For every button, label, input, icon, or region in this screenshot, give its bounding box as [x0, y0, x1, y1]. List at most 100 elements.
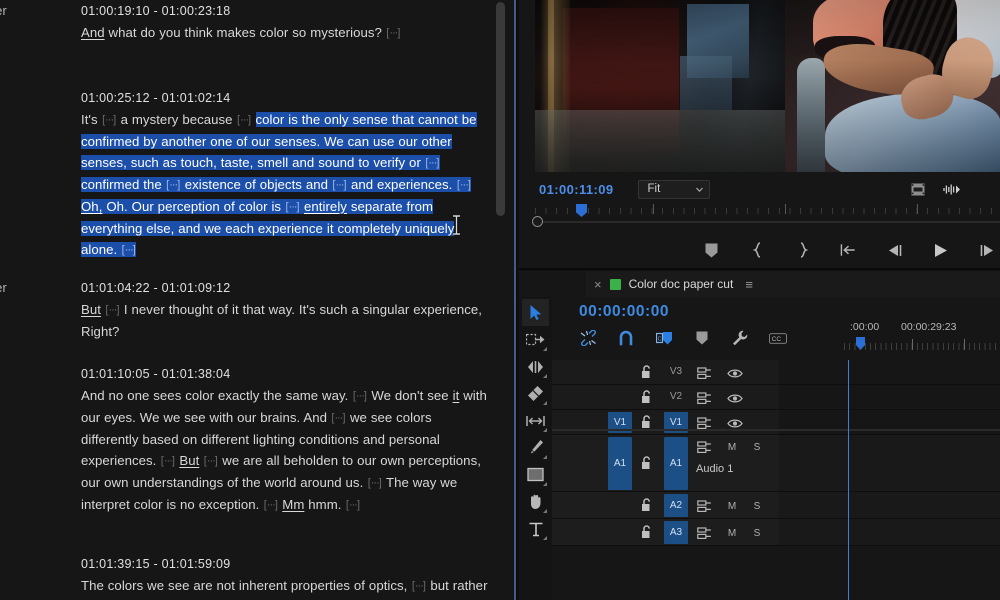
rectangle-tool[interactable] [522, 461, 549, 488]
lock-track-icon[interactable] [638, 525, 654, 539]
lock-track-icon[interactable] [638, 415, 654, 429]
selection-tool[interactable] [522, 299, 549, 326]
track-row[interactable]: A3 M S [552, 519, 1000, 546]
pause-marker[interactable]: ··· [352, 386, 367, 407]
lock-track-icon[interactable] [638, 365, 654, 379]
pause-marker[interactable]: ··· [236, 110, 251, 131]
segment-timecode[interactable]: 01:00:25:12 - 01:01:02:14 [81, 91, 230, 105]
ripple-edit-tool[interactable] [522, 353, 549, 380]
track-header-a2[interactable]: A2 M S [552, 492, 790, 518]
target-patch-a1[interactable]: A1 [664, 437, 688, 490]
sync-lock-icon[interactable] [696, 390, 712, 406]
segment-timecode[interactable]: 01:01:39:15 - 01:01:59:09 [81, 557, 230, 571]
solo-track-button[interactable]: S [752, 442, 762, 453]
segment-text[interactable]: And no one sees color exactly the same w… [81, 385, 489, 516]
segment-timecode[interactable]: 01:01:04:22 - 01:01:09:12 [81, 281, 230, 295]
pause-marker[interactable]: ··· [386, 23, 401, 44]
track-row[interactable]: V2 [552, 385, 1000, 410]
go-to-in-button[interactable] [840, 241, 858, 259]
toggle-track-output-icon[interactable] [727, 365, 743, 381]
segment-text[interactable]: It's ··· a mystery because ··· color is … [81, 109, 489, 261]
sync-lock-icon[interactable] [696, 525, 712, 541]
target-patch-a3[interactable]: A3 [664, 521, 688, 544]
toggle-track-output-icon[interactable] [727, 390, 743, 406]
mute-track-button[interactable]: M [727, 528, 737, 539]
mute-track-button[interactable]: M [727, 501, 737, 512]
pause-marker[interactable]: ··· [285, 197, 300, 218]
pause-marker[interactable]: ··· [331, 408, 346, 429]
pause-marker[interactable]: ··· [456, 175, 471, 196]
track-clip-area-a2[interactable] [779, 492, 1000, 518]
track-header-a3[interactable]: A3 M S [552, 519, 790, 545]
sync-lock-icon[interactable] [696, 365, 712, 381]
wrench-icon[interactable] [731, 329, 749, 347]
track-header-v2[interactable]: V2 [552, 385, 779, 409]
timeline-ruler[interactable]: :00:00 00:00:29:23 00:00:59:2 [844, 321, 1000, 361]
pause-marker[interactable]: ··· [367, 473, 382, 494]
solo-track-button[interactable]: S [752, 501, 762, 512]
marker-sync-icon[interactable]: C [655, 329, 673, 347]
pen-tool[interactable] [522, 434, 549, 461]
program-monitor-scrubber[interactable] [532, 204, 1000, 230]
panel-divider-horizontal[interactable] [519, 268, 1000, 270]
lock-track-icon[interactable] [638, 390, 654, 404]
panel-menu-icon[interactable]: ≡ [745, 277, 753, 292]
mute-track-button[interactable]: M [727, 442, 737, 453]
segment-text[interactable]: The colors we see are not inherent prope… [81, 575, 489, 600]
target-patch-a2[interactable]: A2 [664, 494, 688, 517]
step-forward-button[interactable] [978, 241, 996, 259]
sync-lock-icon[interactable] [696, 439, 712, 455]
linked-selection-icon[interactable] [579, 329, 597, 347]
track-select-forward-tool[interactable] [522, 326, 549, 353]
timeline-track-area[interactable]: V3 V2 V1 V1 A1 A1 M S Audio 1 A2 M S A3 … [552, 360, 1000, 600]
hand-tool[interactable] [522, 488, 549, 515]
segment-timecode[interactable]: 01:00:19:10 - 01:00:23:18 [81, 4, 230, 18]
track-header-a1[interactable]: A1 A1 M S Audio 1 [552, 435, 790, 491]
pause-marker[interactable]: ··· [121, 240, 136, 261]
pause-marker[interactable]: ··· [263, 495, 278, 516]
timeline-playhead-timecode[interactable]: 00:00:00:00 [579, 303, 669, 321]
pause-marker[interactable]: ··· [160, 451, 175, 472]
pause-marker[interactable]: ··· [345, 495, 360, 516]
track-clip-area-a1[interactable] [779, 435, 1000, 491]
film-strip-icon[interactable] [911, 183, 925, 196]
pause-marker[interactable]: ··· [105, 300, 120, 321]
mark-in-button[interactable] [748, 241, 766, 259]
pause-marker[interactable]: ··· [203, 451, 218, 472]
program-monitor-playhead[interactable] [576, 204, 587, 217]
track-clip-area-a3[interactable] [779, 519, 1000, 545]
snap-icon[interactable] [617, 329, 635, 347]
lock-track-icon[interactable] [638, 498, 654, 512]
solo-track-button[interactable]: S [752, 528, 762, 539]
track-clip-area-v2[interactable] [779, 385, 1000, 409]
pause-marker[interactable]: ··· [411, 576, 426, 597]
transcript-scrollbar-thumb[interactable] [496, 2, 505, 216]
slip-tool[interactable] [522, 407, 549, 434]
program-monitor-panel[interactable]: 01:00:11:09 Fit [519, 0, 1000, 270]
razor-tool[interactable] [522, 380, 549, 407]
track-row[interactable]: V3 [552, 360, 1000, 385]
add-marker-button[interactable] [702, 241, 720, 259]
track-clip-area-v3[interactable] [779, 360, 1000, 384]
lock-track-icon[interactable] [638, 456, 654, 470]
audio-track-name[interactable]: Audio 1 [696, 463, 733, 475]
segment-timecode[interactable]: 01:01:10:05 - 01:01:38:04 [81, 367, 230, 381]
text-based-editing-transcript-panel[interactable]: aker 01:00:19:10 - 01:00:23:18 And what … [0, 0, 513, 600]
program-monitor-video-frame[interactable] [535, 0, 1000, 172]
timeline-panel[interactable]: × Color doc paper cut ≡ 00:00:00:00 C CC… [519, 271, 1000, 600]
track-header-v3[interactable]: V3 [552, 360, 779, 384]
timeline-tab-color-doc-paper-cut[interactable]: × Color doc paper cut ≡ [586, 271, 761, 297]
add-marker-icon[interactable] [693, 329, 711, 347]
video-audio-track-divider[interactable] [552, 429, 1000, 431]
segment-text[interactable]: And what do you think makes color so mys… [81, 22, 489, 44]
speaker-label[interactable]: aker [0, 281, 42, 295]
pause-marker[interactable]: ··· [166, 175, 181, 196]
track-row[interactable]: V1 V1 [552, 410, 1000, 435]
pause-marker[interactable]: ··· [332, 175, 347, 196]
step-back-button[interactable] [886, 241, 904, 259]
audio-waveform-icon[interactable] [943, 183, 960, 196]
pause-marker[interactable]: ··· [425, 153, 440, 174]
selected-text-run[interactable]: color is the only sense that cannot be c… [81, 112, 477, 257]
play-button[interactable] [932, 241, 950, 259]
segment-text[interactable]: But ··· I never thought of it that way. … [81, 299, 489, 342]
